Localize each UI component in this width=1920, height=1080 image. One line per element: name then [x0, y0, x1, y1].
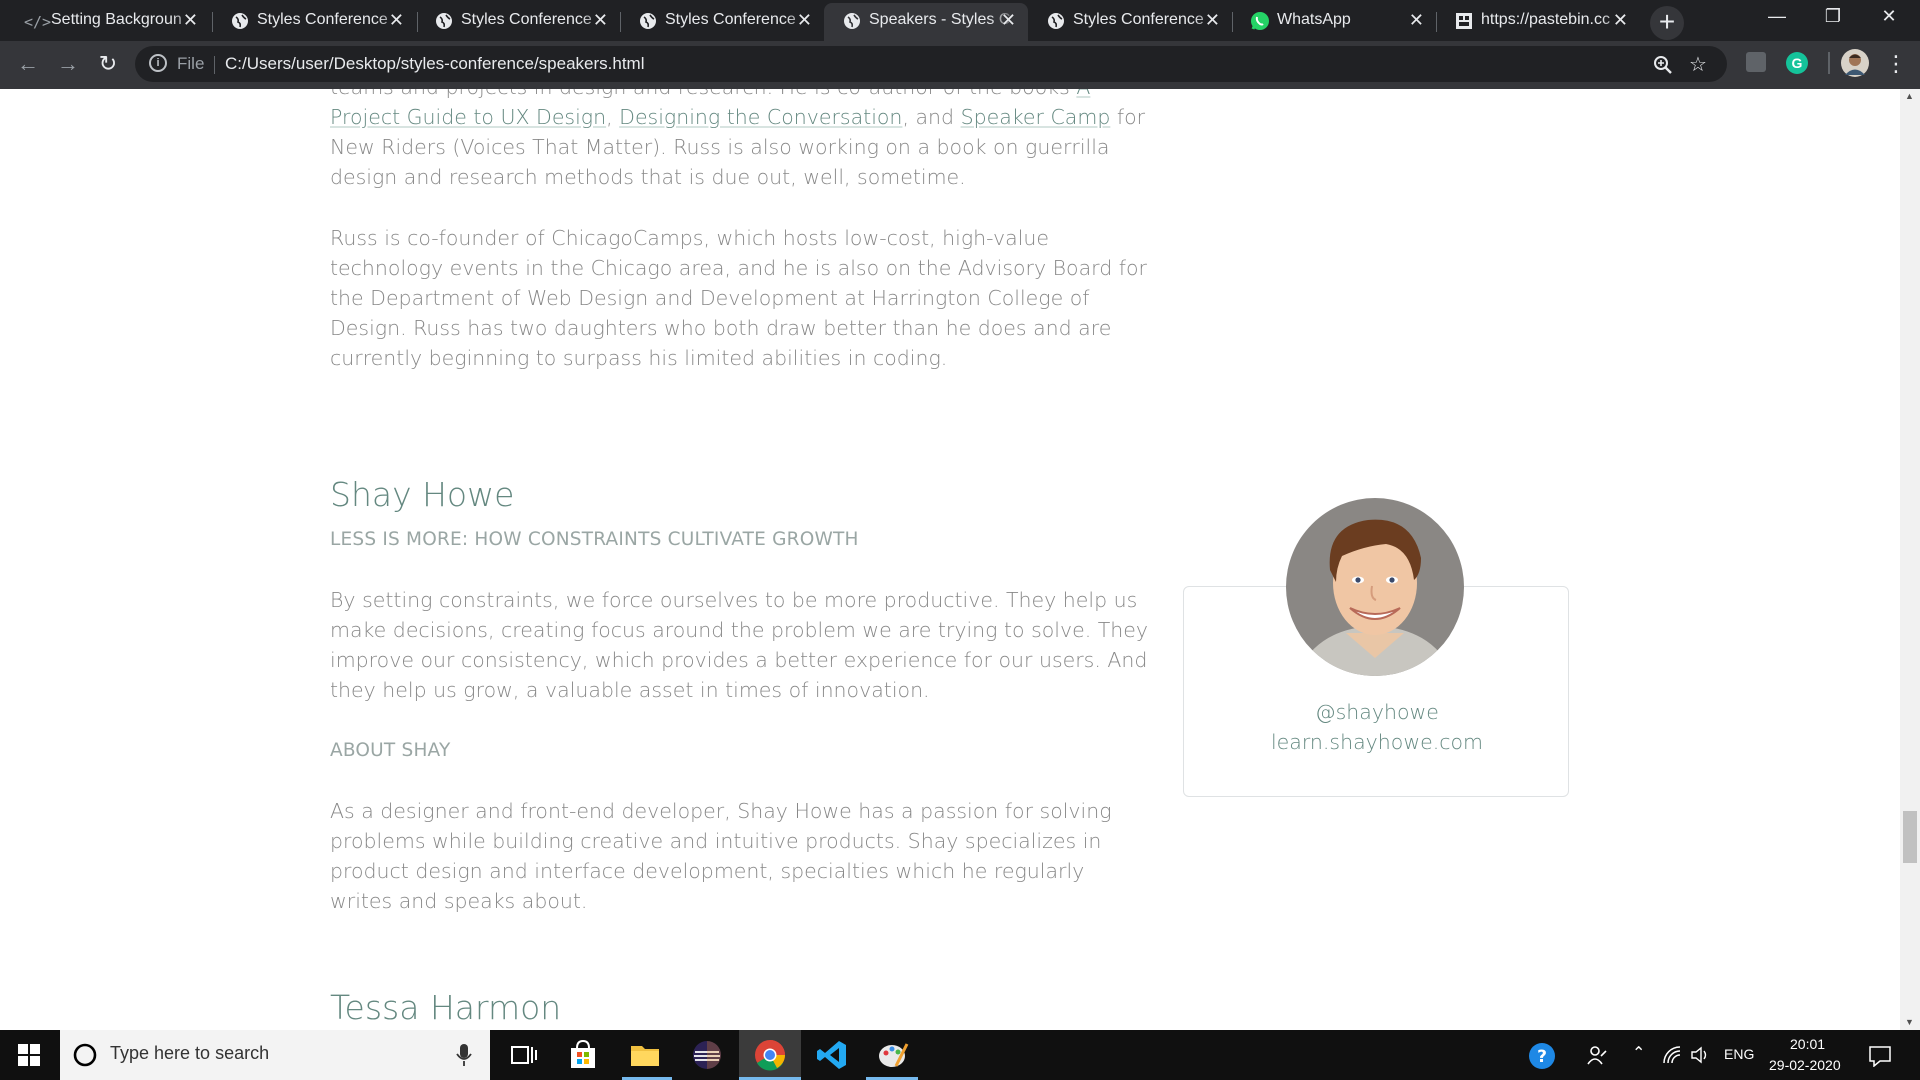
globe-icon	[436, 13, 452, 29]
globe-icon	[844, 13, 860, 29]
zoom-icon[interactable]	[1653, 55, 1673, 75]
website-link[interactable]: learn.shayhowe.com	[1184, 730, 1570, 754]
browser-tab[interactable]: </> Setting Backgroun ✕	[6, 3, 210, 41]
chevron-up-icon[interactable]: ⌃	[1632, 1043, 1645, 1063]
clock-time[interactable]: 20:01	[1790, 1036, 1825, 1052]
talk-description: By setting constraints, we force ourselv…	[330, 588, 1149, 702]
people-icon[interactable]	[1586, 1044, 1608, 1066]
globe-icon	[1048, 13, 1064, 29]
whatsapp-icon	[1251, 12, 1269, 30]
speaker-name-next: Tessa Harmon	[330, 988, 562, 1027]
speaker-name: Shay Howe	[330, 475, 515, 514]
info-icon[interactable]: i	[149, 54, 167, 72]
clock-date[interactable]: 29-02-2020	[1769, 1057, 1841, 1073]
forward-button[interactable]: →	[52, 49, 84, 81]
browser-tab[interactable]: Styles Conference ✕	[620, 3, 824, 41]
taskbar-search-box[interactable]: Type here to search	[60, 1030, 490, 1080]
book-link[interactable]: Designing the Conversation	[619, 105, 902, 129]
notifications-icon[interactable]	[1868, 1045, 1892, 1067]
close-window-button[interactable]: ✕	[1874, 6, 1904, 27]
task-view-icon[interactable]	[506, 1038, 540, 1072]
browser-tab[interactable]: Styles Conference ✕	[416, 3, 620, 41]
about-text: As a designer and front-end developer, S…	[330, 799, 1112, 913]
browser-toolbar: ← → ↻ i File C:/Users/user/Desktop/style…	[0, 41, 1920, 89]
about-heading: ABOUT SHAY	[330, 740, 451, 761]
talk-title: LESS IS MORE: HOW CONSTRAINTS CULTIVATE …	[330, 529, 859, 550]
twitter-handle[interactable]: @shayhowe	[1184, 700, 1570, 724]
close-icon[interactable]: ✕	[593, 10, 608, 31]
address-bar[interactable]: i File C:/Users/user/Desktop/styles-conf…	[135, 46, 1727, 82]
bio-text: , and	[902, 105, 955, 129]
svg-text:?: ?	[1537, 1047, 1547, 1067]
chrome-icon[interactable]	[753, 1038, 787, 1072]
eclipse-icon[interactable]	[690, 1038, 724, 1072]
tab-label: https://pastebin.cc	[1481, 11, 1610, 28]
globe-icon	[232, 13, 248, 29]
close-icon[interactable]: ✕	[1409, 10, 1424, 31]
windows-start-icon[interactable]	[18, 1044, 40, 1066]
scroll-down-icon[interactable]: ▼	[1905, 1017, 1914, 1027]
wifi-icon[interactable]	[1662, 1046, 1682, 1064]
speaker-avatar	[1286, 498, 1464, 676]
volume-icon[interactable]	[1690, 1046, 1710, 1064]
tab-label: Styles Conference	[257, 11, 388, 28]
avatar[interactable]	[1841, 49, 1869, 77]
bookmark-star-icon[interactable]: ☆	[1689, 52, 1707, 77]
close-icon[interactable]: ✕	[389, 10, 404, 31]
browser-tab[interactable]: Styles Conference ✕	[1028, 3, 1232, 41]
extension-icon[interactable]	[1746, 52, 1766, 72]
back-button[interactable]: ←	[12, 49, 44, 81]
globe-icon	[640, 13, 656, 29]
url-text[interactable]: C:/Users/user/Desktop/styles-conference/…	[225, 54, 645, 74]
language-indicator[interactable]: ENG	[1724, 1046, 1754, 1062]
browser-tab-active[interactable]: Speakers - Styles C ✕	[824, 3, 1028, 41]
tab-label: Styles Conference	[1073, 11, 1204, 28]
cortana-icon	[73, 1043, 97, 1067]
microsoft-store-icon[interactable]	[566, 1038, 600, 1072]
page-scrollbar[interactable]: ▲ ▼	[1900, 89, 1920, 1030]
scheme-label: File	[177, 54, 205, 73]
close-icon[interactable]: ✕	[183, 10, 198, 31]
microphone-icon[interactable]	[456, 1044, 472, 1066]
file-explorer-icon[interactable]	[628, 1038, 662, 1072]
pastebin-icon	[1456, 13, 1472, 29]
divider	[214, 56, 215, 74]
scrollbar-thumb[interactable]	[1903, 811, 1917, 863]
book-link[interactable]: Speaker Camp	[961, 105, 1111, 129]
tab-label: Speakers - Styles C	[869, 11, 1011, 28]
browser-tab[interactable]: WhatsApp ✕	[1232, 3, 1436, 41]
close-icon[interactable]: ✕	[1613, 10, 1628, 31]
new-tab-button[interactable]: +	[1650, 6, 1684, 40]
speakers-page: teams and projects in design and researc…	[0, 89, 1900, 1030]
reload-button[interactable]: ↻	[92, 49, 124, 81]
close-icon[interactable]: ✕	[1205, 10, 1220, 31]
close-icon[interactable]: ✕	[797, 10, 812, 31]
windows-taskbar: Type here to search ? ⌃ ENG 20:01 29-02-…	[0, 1030, 1920, 1080]
minimize-window-button[interactable]: —	[1762, 6, 1792, 27]
code-icon: </>	[24, 13, 52, 31]
search-placeholder: Type here to search	[110, 1043, 270, 1063]
previous-speaker-bio-2: Russ is co-founder of ChicagoCamps, whic…	[330, 226, 1147, 370]
vscode-icon[interactable]	[815, 1038, 849, 1072]
bio-text: teams and projects in design and researc…	[330, 89, 1070, 99]
tab-label: Styles Conference	[665, 11, 796, 28]
close-icon[interactable]: ✕	[1001, 10, 1016, 31]
tab-label: WhatsApp	[1277, 11, 1351, 28]
grammarly-icon[interactable]: G	[1786, 52, 1808, 74]
browser-tab-strip: </> Setting Backgroun ✕ Styles Conferenc…	[0, 0, 1920, 41]
browser-menu-button[interactable]: ⋮	[1880, 49, 1912, 81]
scroll-up-icon[interactable]: ▲	[1905, 91, 1914, 101]
browser-tab[interactable]: https://pastebin.cc ✕	[1436, 3, 1640, 41]
tab-label: Setting Backgroun	[51, 11, 182, 28]
previous-speaker-bio: teams and projects in design and researc…	[330, 89, 1150, 192]
toolbar-divider	[1828, 52, 1830, 74]
tab-label: Styles Conference	[461, 11, 592, 28]
browser-tab[interactable]: Styles Conference ✕	[212, 3, 416, 41]
paint-icon[interactable]	[876, 1038, 910, 1072]
help-icon[interactable]: ?	[1528, 1042, 1556, 1070]
restore-window-button[interactable]: ❐	[1818, 6, 1848, 27]
